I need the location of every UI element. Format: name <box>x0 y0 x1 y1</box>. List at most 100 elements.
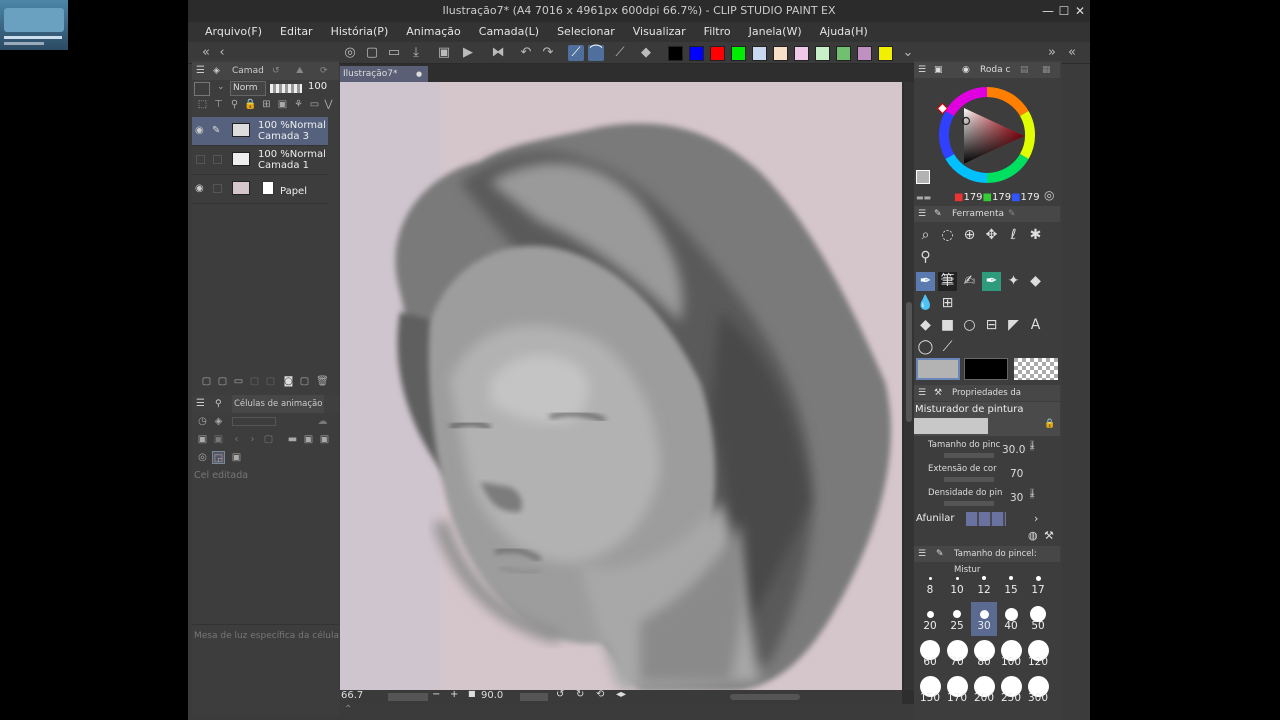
prop-slider[interactable] <box>944 477 994 482</box>
brush-size-dot[interactable] <box>1035 575 1041 581</box>
animation-panel-title[interactable]: Células de animação <box>232 395 325 413</box>
document-tab[interactable]: Ilustração7* ● <box>340 66 428 82</box>
rotate-right-icon[interactable]: ↻ <box>576 689 584 700</box>
brush-size-label[interactable]: 100 <box>998 656 1024 668</box>
chevron-right-icon[interactable]: › <box>246 433 259 446</box>
lock-icon[interactable]: 🔒 <box>1044 419 1055 429</box>
edit-toggle[interactable] <box>213 155 222 164</box>
layer-tab-label[interactable]: Camad <box>232 62 264 80</box>
menu-icon[interactable]: ☰ <box>918 206 926 222</box>
mask-icon[interactable]: ◙ <box>282 375 295 388</box>
brush-size-dot[interactable] <box>979 609 989 619</box>
menu-icon[interactable]: ☰ <box>918 385 926 401</box>
flip-icon[interactable]: ◂▸ <box>616 689 626 700</box>
save-icon[interactable]: ⤓ <box>408 45 424 61</box>
transparent-color-chip[interactable] <box>1014 358 1058 380</box>
rotate-left-icon[interactable]: ↺ <box>556 689 564 700</box>
brush-size-label[interactable]: 200 <box>971 692 997 704</box>
snap-ruler-icon[interactable]: ⟋ <box>568 45 584 61</box>
menu-filtro[interactable]: Filtro <box>695 22 740 42</box>
color-wheel[interactable] <box>932 80 1042 190</box>
density-property[interactable]: Densidade do pin 30 ⤓ <box>926 488 1044 508</box>
reset-rotation-icon[interactable]: ⟲ <box>596 689 604 700</box>
new-file-icon[interactable]: ▢ <box>364 45 380 61</box>
modified-dot-icon[interactable]: ● <box>416 66 422 82</box>
undo-icon[interactable]: ↶ <box>518 45 534 61</box>
brush-size-label[interactable]: 80 <box>971 656 997 668</box>
menu-animacao[interactable]: Animação <box>397 22 470 42</box>
palette-swatch[interactable] <box>794 46 809 61</box>
prop-slider[interactable] <box>944 453 994 458</box>
palette-swatch[interactable] <box>836 46 851 61</box>
folder-icon[interactable]: ▬ <box>286 433 299 446</box>
brush-size-label[interactable]: 8 <box>917 584 943 596</box>
brush-size-label[interactable]: 12 <box>971 584 997 596</box>
fit-icon[interactable]: ■ <box>468 689 476 698</box>
menu-janela[interactable]: Janela(W) <box>740 22 811 42</box>
cel-field[interactable] <box>232 417 276 426</box>
menu-icon[interactable]: ☰ <box>196 62 205 80</box>
color-slider-icon[interactable]: ▤ <box>1020 62 1029 78</box>
brush-size-dot[interactable] <box>1009 576 1013 580</box>
play-icon[interactable]: ▶ <box>460 45 476 61</box>
brush-size-label[interactable]: 250 <box>998 692 1024 704</box>
menu-historia[interactable]: História(P) <box>322 22 398 42</box>
export-icon[interactable]: ▣ <box>436 45 452 61</box>
zoom-value[interactable]: 66.7 <box>341 690 363 701</box>
gradient-tool-icon[interactable]: ■ <box>938 316 957 335</box>
brush-size-label[interactable]: 120 <box>1025 656 1051 668</box>
balloon-tool-icon[interactable]: ◯ <box>916 338 935 357</box>
history-icon[interactable]: ↺ <box>272 62 280 80</box>
more-icon[interactable]: ⋁ <box>322 98 335 111</box>
zoom-out-icon[interactable]: − <box>432 689 440 700</box>
eye-icon[interactable]: ◉ <box>195 125 204 136</box>
brush-size-label[interactable]: 25 <box>944 620 970 632</box>
lasso-select-icon[interactable]: ◌ <box>938 226 957 245</box>
fill-tool-icon[interactable]: ◆ <box>916 316 935 335</box>
palette-swatch[interactable] <box>752 46 767 61</box>
clip-layer-icon[interactable]: ⬚ <box>196 98 209 111</box>
prop-slider[interactable] <box>944 501 994 506</box>
open-folder-icon[interactable]: ▭ <box>386 45 402 61</box>
horizontal-scrollbar[interactable] <box>730 694 800 700</box>
frame-tool-icon[interactable]: ⊟ <box>982 316 1001 335</box>
menu-ajuda[interactable]: Ajuda(H) <box>811 22 877 42</box>
collapse-left-icon[interactable]: « <box>198 45 214 61</box>
chevron-left-icon[interactable]: ‹ <box>214 45 230 61</box>
layer-row[interactable]: 100 %Normal Camada 1 <box>192 146 328 175</box>
vertical-scrollbar[interactable] <box>904 82 914 690</box>
chevron-left-icon[interactable]: ‹ <box>230 433 243 446</box>
opacity-slider[interactable] <box>270 84 302 93</box>
brush-size-label[interactable]: 70 <box>944 656 970 668</box>
color-icon[interactable]: ▣ <box>934 62 943 78</box>
settings-icon[interactable]: ◍ <box>1028 529 1038 542</box>
brush-size-dot[interactable] <box>926 610 934 618</box>
brush-size-label[interactable]: 10 <box>944 584 970 596</box>
menu-selecionar[interactable]: Selecionar <box>548 22 624 42</box>
correct-line-icon[interactable]: ⟋ <box>938 338 957 357</box>
palette-swatch[interactable] <box>815 46 830 61</box>
register-icon[interactable]: ▣ <box>230 451 243 464</box>
magic-wand-icon[interactable]: ✱ <box>1026 226 1045 245</box>
ruler-icon[interactable]: ⟋ <box>612 45 628 61</box>
subtool-icon[interactable]: ✎ <box>1008 206 1016 222</box>
brush-size-label[interactable]: 300 <box>1025 692 1051 704</box>
transfer-down-icon[interactable]: ▢ <box>248 375 261 388</box>
frame-icon[interactable]: ▢ <box>262 433 275 446</box>
drawing-canvas[interactable] <box>340 82 902 690</box>
reference-layer-icon[interactable]: ⊤ <box>212 98 225 111</box>
snap-curve-icon[interactable]: ⌒ <box>588 45 604 61</box>
new-folder-icon[interactable]: ▭ <box>232 375 245 388</box>
brush-size-label[interactable]: 30 <box>971 620 997 632</box>
pen-icon[interactable]: ✎ <box>212 125 220 136</box>
settings-icon[interactable]: ◎ <box>1044 188 1054 202</box>
merge-icon[interactable]: ▢ <box>264 375 277 388</box>
decoration-tool-icon[interactable]: ✦ <box>1004 272 1023 291</box>
palette-swatch[interactable] <box>773 46 788 61</box>
menu-icon[interactable]: ☰ <box>196 395 205 413</box>
palette-swatch[interactable] <box>668 46 683 61</box>
trash-icon[interactable]: 🗑 <box>316 375 329 388</box>
sharpen-property[interactable]: Afunilar › <box>916 512 1046 528</box>
blend-mode-select[interactable]: Norm <box>230 81 266 96</box>
redo-icon[interactable]: ↷ <box>540 45 556 61</box>
